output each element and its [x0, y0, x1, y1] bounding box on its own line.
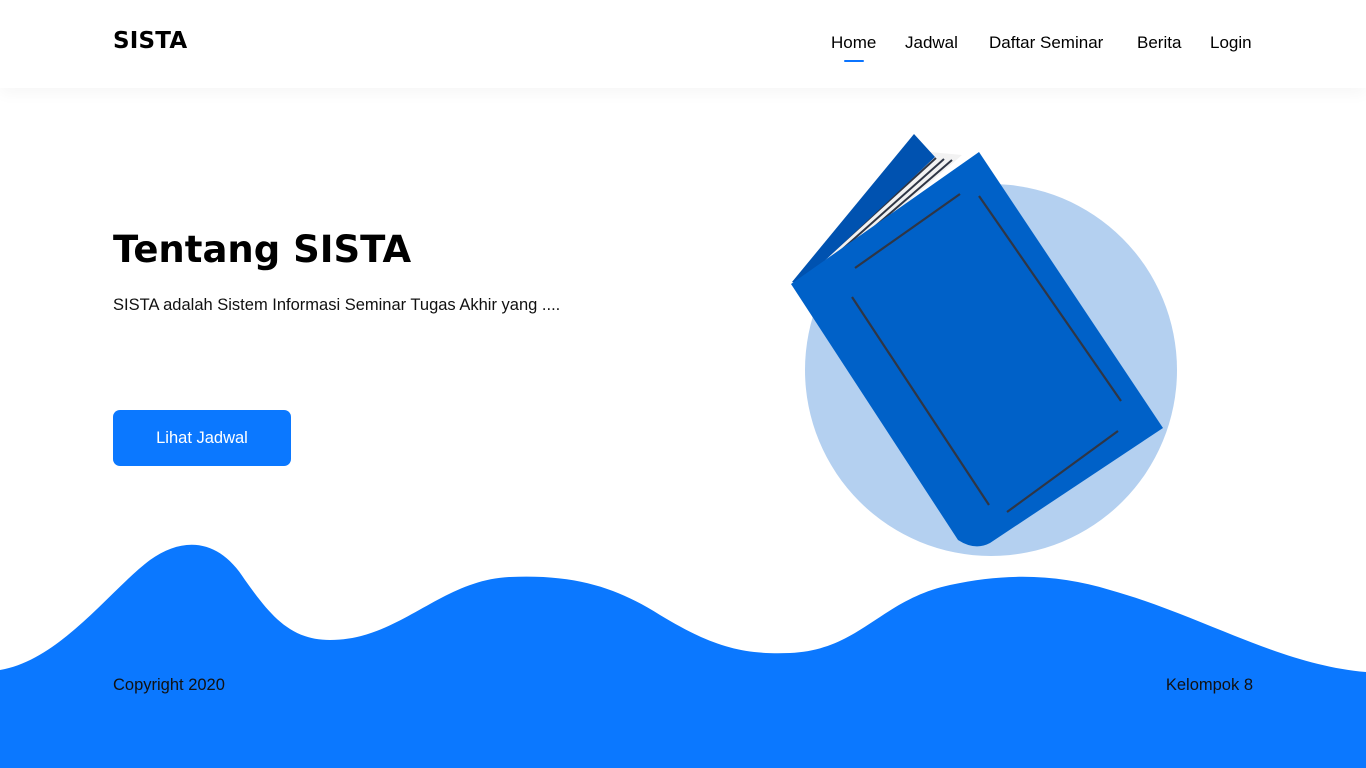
main-nav: Home Jadwal Daftar Seminar Berita Login — [0, 33, 1366, 63]
hero-title: Tentang SISTA — [113, 228, 412, 271]
active-indicator — [843, 60, 864, 62]
footer-copyright: Copyright 2020 — [113, 676, 225, 694]
footer-wave — [0, 544, 1366, 768]
nav-item-label: Home — [831, 33, 877, 52]
nav-item-label: Daftar Seminar — [989, 33, 1104, 52]
nav-item-label: Berita — [1137, 33, 1182, 52]
nav-item-berita[interactable]: Berita — [1137, 33, 1181, 53]
nav-item-label: Login — [1210, 33, 1252, 52]
navbar: SISTA Home Jadwal Daftar Seminar Berita … — [0, 0, 1366, 88]
book-illustration — [791, 134, 1177, 556]
nav-item-daftar-seminar[interactable]: Daftar Seminar — [989, 33, 1103, 53]
footer-group: Kelompok 8 — [1165, 676, 1253, 694]
hero-description: SISTA adalah Sistem Informasi Seminar Tu… — [113, 296, 561, 314]
lihat-jadwal-button[interactable]: Lihat Jadwal — [113, 410, 291, 466]
nav-item-jadwal[interactable]: Jadwal — [905, 33, 958, 53]
nav-item-home[interactable]: Home — [831, 33, 877, 62]
nav-item-label: Jadwal — [905, 33, 958, 52]
nav-item-login[interactable]: Login — [1210, 33, 1252, 53]
